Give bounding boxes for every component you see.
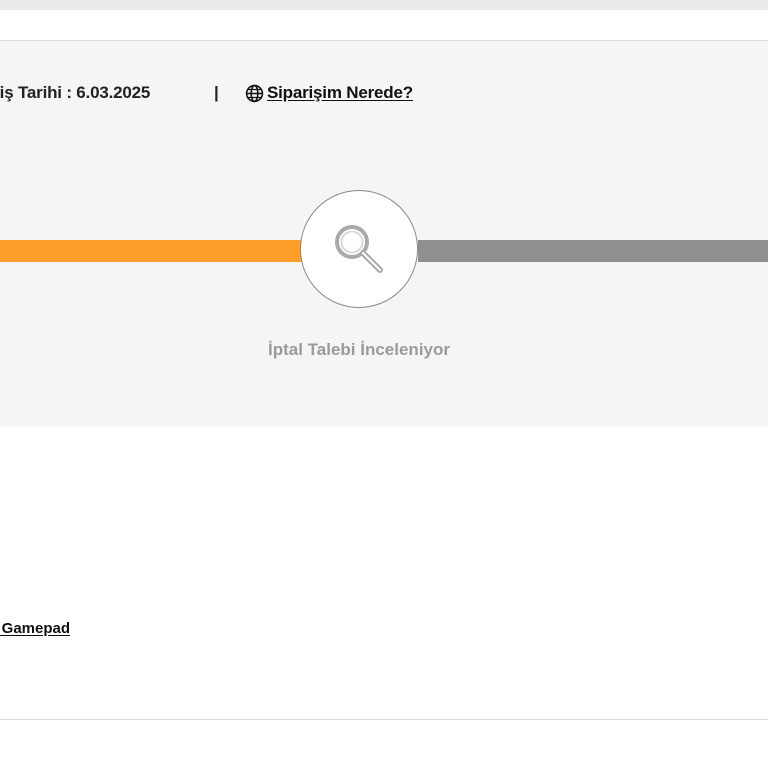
where-is-my-order-link[interactable]: Siparişim Nerede? <box>245 83 413 103</box>
magnifier-icon <box>335 225 383 273</box>
order-date: ariş Tarihi : 6.03.2025 <box>0 83 151 102</box>
top-bar <box>0 0 768 10</box>
progress-pending-bar <box>418 240 768 262</box>
order-status-panel: ariş Tarihi : 6.03.2025 | Siparişim Nere… <box>0 41 768 427</box>
current-step-circle <box>300 190 418 308</box>
where-is-my-order-label: Siparişim Nerede? <box>267 83 413 102</box>
current-step-label: İptal Talebi İnceleniyor <box>267 340 450 359</box>
meta-separator: | <box>214 83 219 102</box>
globe-icon <box>245 84 264 102</box>
product-link[interactable]: ah Gamepad <box>0 620 70 637</box>
progress-completed-bar <box>0 240 302 262</box>
order-card: ariş Tarihi : 6.03.2025 | Siparişim Nere… <box>0 40 768 720</box>
